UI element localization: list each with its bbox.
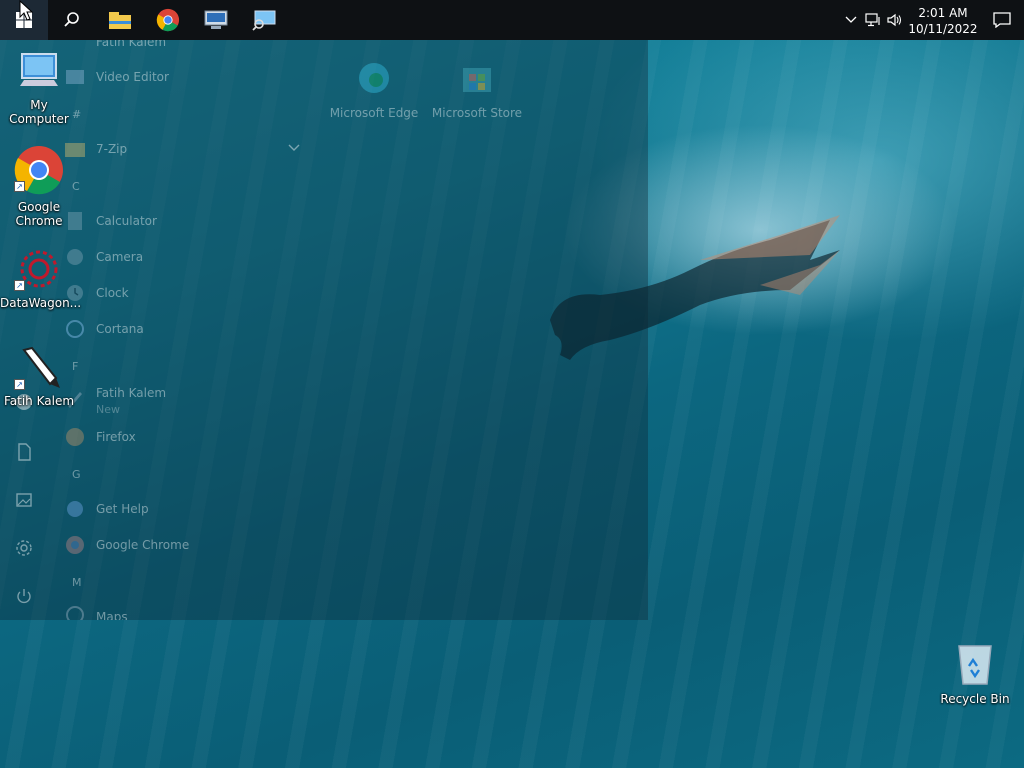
start-menu: Fatih Kalem Video Editor # 7-Zip C Calcu… xyxy=(0,40,648,620)
desktop-icon-label: Recycle Bin xyxy=(940,692,1010,706)
taskbar-google-chrome[interactable] xyxy=(144,0,192,40)
get-help-icon xyxy=(67,501,83,517)
tray-network-button[interactable] xyxy=(862,0,884,40)
desktop-icon-fatih-kalem[interactable]: ↗ Fatih Kalem xyxy=(0,344,78,408)
desktop-icon-label: Google Chrome xyxy=(15,200,63,228)
shortcut-arrow-icon: ↗ xyxy=(14,379,25,390)
desktop-icon-recycle-bin[interactable]: Recycle Bin xyxy=(936,640,1014,706)
tile-label: Microsoft Store xyxy=(431,106,523,120)
taskbar-search-button[interactable] xyxy=(48,0,96,40)
desktop-icon-label: DataWagon... xyxy=(0,296,82,310)
google-chrome-icon xyxy=(66,536,84,554)
desktop-icon-google-chrome[interactable]: ↗ Google Chrome xyxy=(0,144,78,228)
clock-time: 2:01 AM xyxy=(918,6,968,20)
tile-microsoft-edge[interactable]: Microsoft Edge xyxy=(319,60,429,120)
shortcut-arrow-icon: ↗ xyxy=(14,181,25,192)
google-chrome-icon xyxy=(156,8,180,32)
start-item-get-help[interactable]: Get Help xyxy=(96,502,149,516)
start-item-firefox[interactable]: Firefox xyxy=(96,430,136,444)
tile-label: Microsoft Edge xyxy=(329,106,419,120)
taskbar: 2:01 AM 10/11/2022 xyxy=(0,0,1024,40)
start-item-clock[interactable]: Clock xyxy=(96,286,129,300)
start-letter-g[interactable]: G xyxy=(72,468,81,481)
start-item-calculator[interactable]: Calculator xyxy=(96,214,157,228)
start-item-camera[interactable]: Camera xyxy=(96,250,143,264)
firefox-icon xyxy=(66,428,84,446)
desktop-icon-my-computer[interactable]: My Computer xyxy=(0,48,78,126)
action-center-icon xyxy=(993,12,1011,28)
maps-icon xyxy=(66,606,84,620)
remote-desktop-icon xyxy=(204,10,228,29)
taskbar-network-monitor[interactable] xyxy=(240,0,288,40)
system-tray: 2:01 AM 10/11/2022 xyxy=(840,0,1024,40)
desktop-icon-datawagon[interactable]: ↗ DataWagon... xyxy=(0,246,82,310)
power-icon[interactable] xyxy=(14,586,34,606)
start-item-cortana[interactable]: Cortana xyxy=(96,322,144,336)
start-item-fatih-kalem[interactable]: Fatih Kalem xyxy=(96,386,166,400)
search-icon xyxy=(64,12,79,27)
taskbar-remote-desktop[interactable] xyxy=(192,0,240,40)
start-item-video-editor[interactable]: Video Editor xyxy=(96,70,169,84)
chevron-up-icon xyxy=(845,16,857,23)
tile-microsoft-store[interactable]: Microsoft Store xyxy=(422,60,532,120)
desktop-icon-label: My Computer xyxy=(9,98,69,126)
tray-overflow-button[interactable] xyxy=(840,0,862,40)
start-item-maps[interactable]: Maps xyxy=(96,610,128,620)
volume-icon xyxy=(887,13,902,27)
network-icon xyxy=(865,13,880,27)
documents-icon[interactable] xyxy=(14,442,34,462)
settings-gear-icon[interactable] xyxy=(14,538,34,558)
microsoft-edge-icon xyxy=(359,63,389,93)
tray-volume-button[interactable] xyxy=(884,0,906,40)
start-item-7zip[interactable]: 7-Zip xyxy=(96,142,127,156)
start-item-fatih-kalem-top[interactable]: Fatih Kalem xyxy=(96,40,166,49)
action-center-button[interactable] xyxy=(980,0,1024,40)
cortana-icon xyxy=(66,320,84,338)
new-badge: New xyxy=(96,403,120,416)
clock-date: 10/11/2022 xyxy=(908,22,978,36)
file-explorer-icon xyxy=(109,12,131,29)
recycle-bin-icon xyxy=(958,645,992,685)
taskbar-file-explorer[interactable] xyxy=(96,0,144,40)
shortcut-arrow-icon: ↗ xyxy=(14,280,25,291)
mouse-cursor-icon xyxy=(19,0,33,21)
chevron-down-icon[interactable] xyxy=(288,144,300,152)
desktop-icon-label: Fatih Kalem xyxy=(3,394,75,408)
pictures-icon[interactable] xyxy=(14,490,34,510)
start-menu-rail xyxy=(0,40,48,620)
start-letter-m[interactable]: M xyxy=(72,576,82,589)
network-monitor-icon xyxy=(252,10,276,31)
computer-icon xyxy=(20,53,58,86)
taskbar-clock[interactable]: 2:01 AM 10/11/2022 xyxy=(906,3,980,37)
microsoft-store-icon xyxy=(463,68,491,92)
start-item-google-chrome[interactable]: Google Chrome xyxy=(96,538,189,552)
